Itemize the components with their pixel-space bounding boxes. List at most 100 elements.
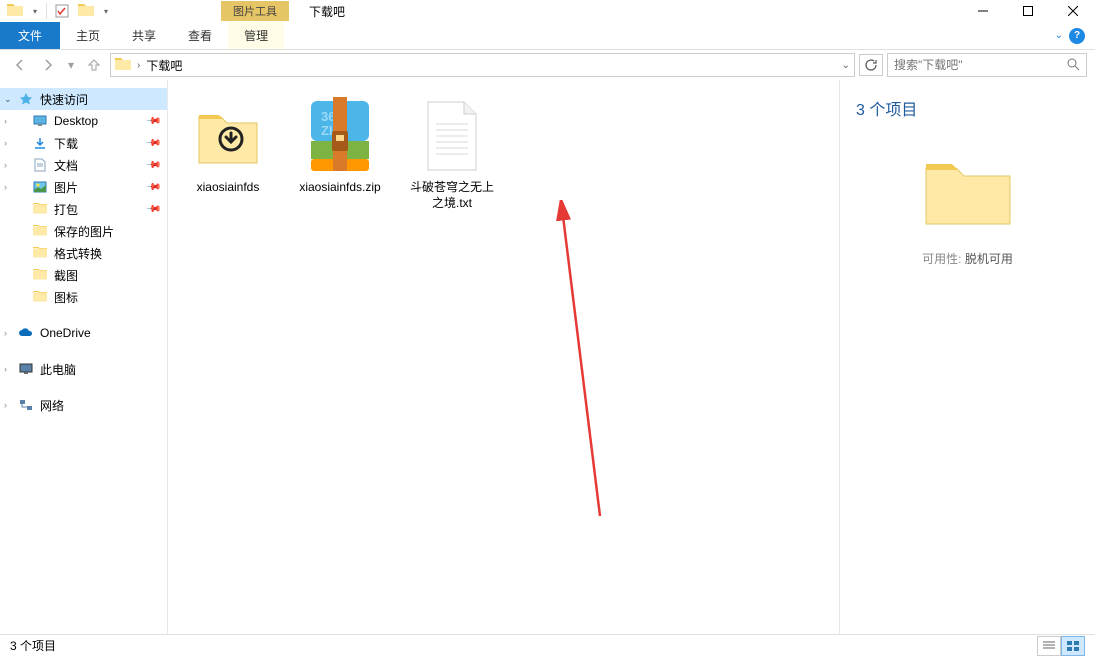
chevron-right-icon[interactable]: › xyxy=(4,160,7,170)
pin-icon: 📌 xyxy=(144,135,161,152)
home-tab[interactable]: 主页 xyxy=(60,22,116,49)
share-tab[interactable]: 共享 xyxy=(116,22,172,49)
status-bar: 3 个项目 xyxy=(0,634,1095,656)
close-button[interactable] xyxy=(1050,0,1095,22)
file-name: xiaosiainfds.zip xyxy=(299,180,380,196)
sidebar-item-label: 文档 xyxy=(54,157,78,174)
details-title: 3 个项目 xyxy=(856,96,917,120)
desktop-icon xyxy=(32,113,48,129)
sidebar-item-label: 截图 xyxy=(54,267,78,284)
sidebar-item-label: 图片 xyxy=(54,179,78,196)
details-availability-label: 可用性: xyxy=(922,252,961,266)
chevron-right-icon[interactable]: › xyxy=(4,182,7,192)
file-tab[interactable]: 文件 xyxy=(0,22,60,49)
search-input[interactable] xyxy=(894,58,1066,72)
download-icon xyxy=(32,135,48,151)
chevron-right-icon[interactable]: › xyxy=(4,400,7,410)
icons-view-button[interactable] xyxy=(1061,636,1085,656)
sidebar-network[interactable]: › 网络 xyxy=(0,394,167,416)
sidebar-item-saved-pictures[interactable]: 保存的图片 xyxy=(0,220,167,242)
main-area: ⌄ 快速访问 › Desktop 📌 › 下载 📌 › 文档 📌 xyxy=(0,80,1095,634)
folder-icon xyxy=(32,201,48,217)
chevron-down-icon[interactable]: ⌄ xyxy=(4,94,12,105)
qat-dropdown-icon[interactable]: ▾ xyxy=(28,0,42,22)
sidebar-item-desktop[interactable]: › Desktop 📌 xyxy=(0,110,167,132)
sidebar-item-documents[interactable]: › 文档 📌 xyxy=(0,154,167,176)
properties-checkbox-icon[interactable] xyxy=(51,0,73,22)
file-item-folder[interactable]: xiaosiainfds xyxy=(184,96,272,211)
search-icon[interactable] xyxy=(1066,57,1080,74)
contextual-tab-label: 图片工具 xyxy=(221,1,289,21)
file-name: 斗破苍穹之无上之境.txt xyxy=(408,180,496,211)
sidebar-item-label: 保存的图片 xyxy=(54,223,114,240)
sidebar-item-label: 图标 xyxy=(54,289,78,306)
sidebar-item-label: 此电脑 xyxy=(40,361,76,378)
sidebar-item-package[interactable]: 打包 📌 xyxy=(0,198,167,220)
up-button[interactable] xyxy=(82,53,106,77)
maximize-button[interactable] xyxy=(1005,0,1050,22)
status-text: 3 个项目 xyxy=(10,637,56,654)
view-tab[interactable]: 查看 xyxy=(172,22,228,49)
search-box[interactable] xyxy=(887,53,1087,77)
minimize-button[interactable] xyxy=(960,0,1005,22)
recent-dropdown-icon[interactable]: ▾ xyxy=(64,53,78,77)
sidebar-this-pc[interactable]: › 此电脑 xyxy=(0,358,167,380)
folder-thumb-icon xyxy=(192,96,264,176)
sidebar-item-screenshots[interactable]: 截图 xyxy=(0,264,167,286)
address-box[interactable]: › 下载吧 ⌄ xyxy=(110,53,855,77)
refresh-button[interactable] xyxy=(859,54,883,76)
help-icon[interactable]: ? xyxy=(1069,28,1085,44)
pin-icon: 📌 xyxy=(144,157,161,174)
back-button[interactable] xyxy=(8,53,32,77)
address-bar: ▾ › 下载吧 ⌄ xyxy=(0,50,1095,80)
files-area[interactable]: xiaosiainfds 360 ZIP xyxy=(168,80,839,634)
annotation-arrow xyxy=(552,200,612,520)
sidebar-item-label: 网络 xyxy=(40,397,64,414)
content-area: xiaosiainfds 360 ZIP xyxy=(168,80,1095,634)
chevron-right-icon[interactable]: › xyxy=(137,60,140,71)
txt-thumb-icon xyxy=(416,96,488,176)
sidebar-item-label: 打包 xyxy=(54,201,78,218)
pin-icon: 📌 xyxy=(144,113,161,130)
zip-thumb-icon: 360 ZIP xyxy=(304,96,376,176)
forward-button[interactable] xyxy=(36,53,60,77)
title-bar: ▾ ▾ 图片工具 下载吧 xyxy=(0,0,1095,22)
computer-icon xyxy=(18,361,34,377)
file-item-txt[interactable]: 斗破苍穹之无上之境.txt xyxy=(408,96,496,211)
file-item-zip[interactable]: 360 ZIP xiaosiainfds.zip xyxy=(296,96,384,211)
new-folder-icon[interactable] xyxy=(75,0,97,22)
sidebar-item-label: Desktop xyxy=(54,114,98,128)
sidebar-onedrive[interactable]: › OneDrive xyxy=(0,322,167,344)
sidebar-item-downloads[interactable]: › 下载 📌 xyxy=(0,132,167,154)
chevron-right-icon[interactable]: › xyxy=(4,364,7,374)
details-availability-value: 脱机可用 xyxy=(965,252,1013,266)
sidebar-quick-access[interactable]: ⌄ 快速访问 xyxy=(0,88,167,110)
pin-icon: 📌 xyxy=(144,179,161,196)
sidebar-item-icons[interactable]: 图标 xyxy=(0,286,167,308)
sidebar-item-label: 下载 xyxy=(54,135,78,152)
folder-icon xyxy=(32,223,48,239)
folder-icon xyxy=(115,58,131,72)
folder-icon[interactable] xyxy=(4,0,26,22)
details-view-button[interactable] xyxy=(1037,636,1061,656)
file-name: xiaosiainfds xyxy=(197,180,260,196)
manage-tab[interactable]: 管理 xyxy=(228,22,284,49)
chevron-right-icon[interactable]: › xyxy=(4,328,7,338)
network-icon xyxy=(18,397,34,413)
sidebar-item-format-convert[interactable]: 格式转换 xyxy=(0,242,167,264)
sidebar-item-pictures[interactable]: › 图片 📌 xyxy=(0,176,167,198)
chevron-right-icon[interactable]: › xyxy=(4,116,7,126)
address-path[interactable]: 下载吧 xyxy=(146,57,835,74)
expand-ribbon-icon[interactable]: ⌄ xyxy=(1055,30,1063,41)
qat-customize-icon[interactable]: ▾ xyxy=(99,0,113,22)
star-icon xyxy=(18,91,34,107)
chevron-right-icon[interactable]: › xyxy=(4,138,7,148)
sidebar-item-label: OneDrive xyxy=(40,326,91,340)
pin-icon: 📌 xyxy=(144,201,161,218)
chevron-down-icon[interactable]: ⌄ xyxy=(842,60,850,71)
sidebar-item-label: 快速访问 xyxy=(40,91,88,108)
ribbon: 文件 主页 共享 查看 管理 ⌄ ? xyxy=(0,22,1095,50)
details-folder-icon xyxy=(918,152,1018,232)
details-availability: 可用性: 脱机可用 xyxy=(922,250,1013,267)
folder-icon xyxy=(32,245,48,261)
